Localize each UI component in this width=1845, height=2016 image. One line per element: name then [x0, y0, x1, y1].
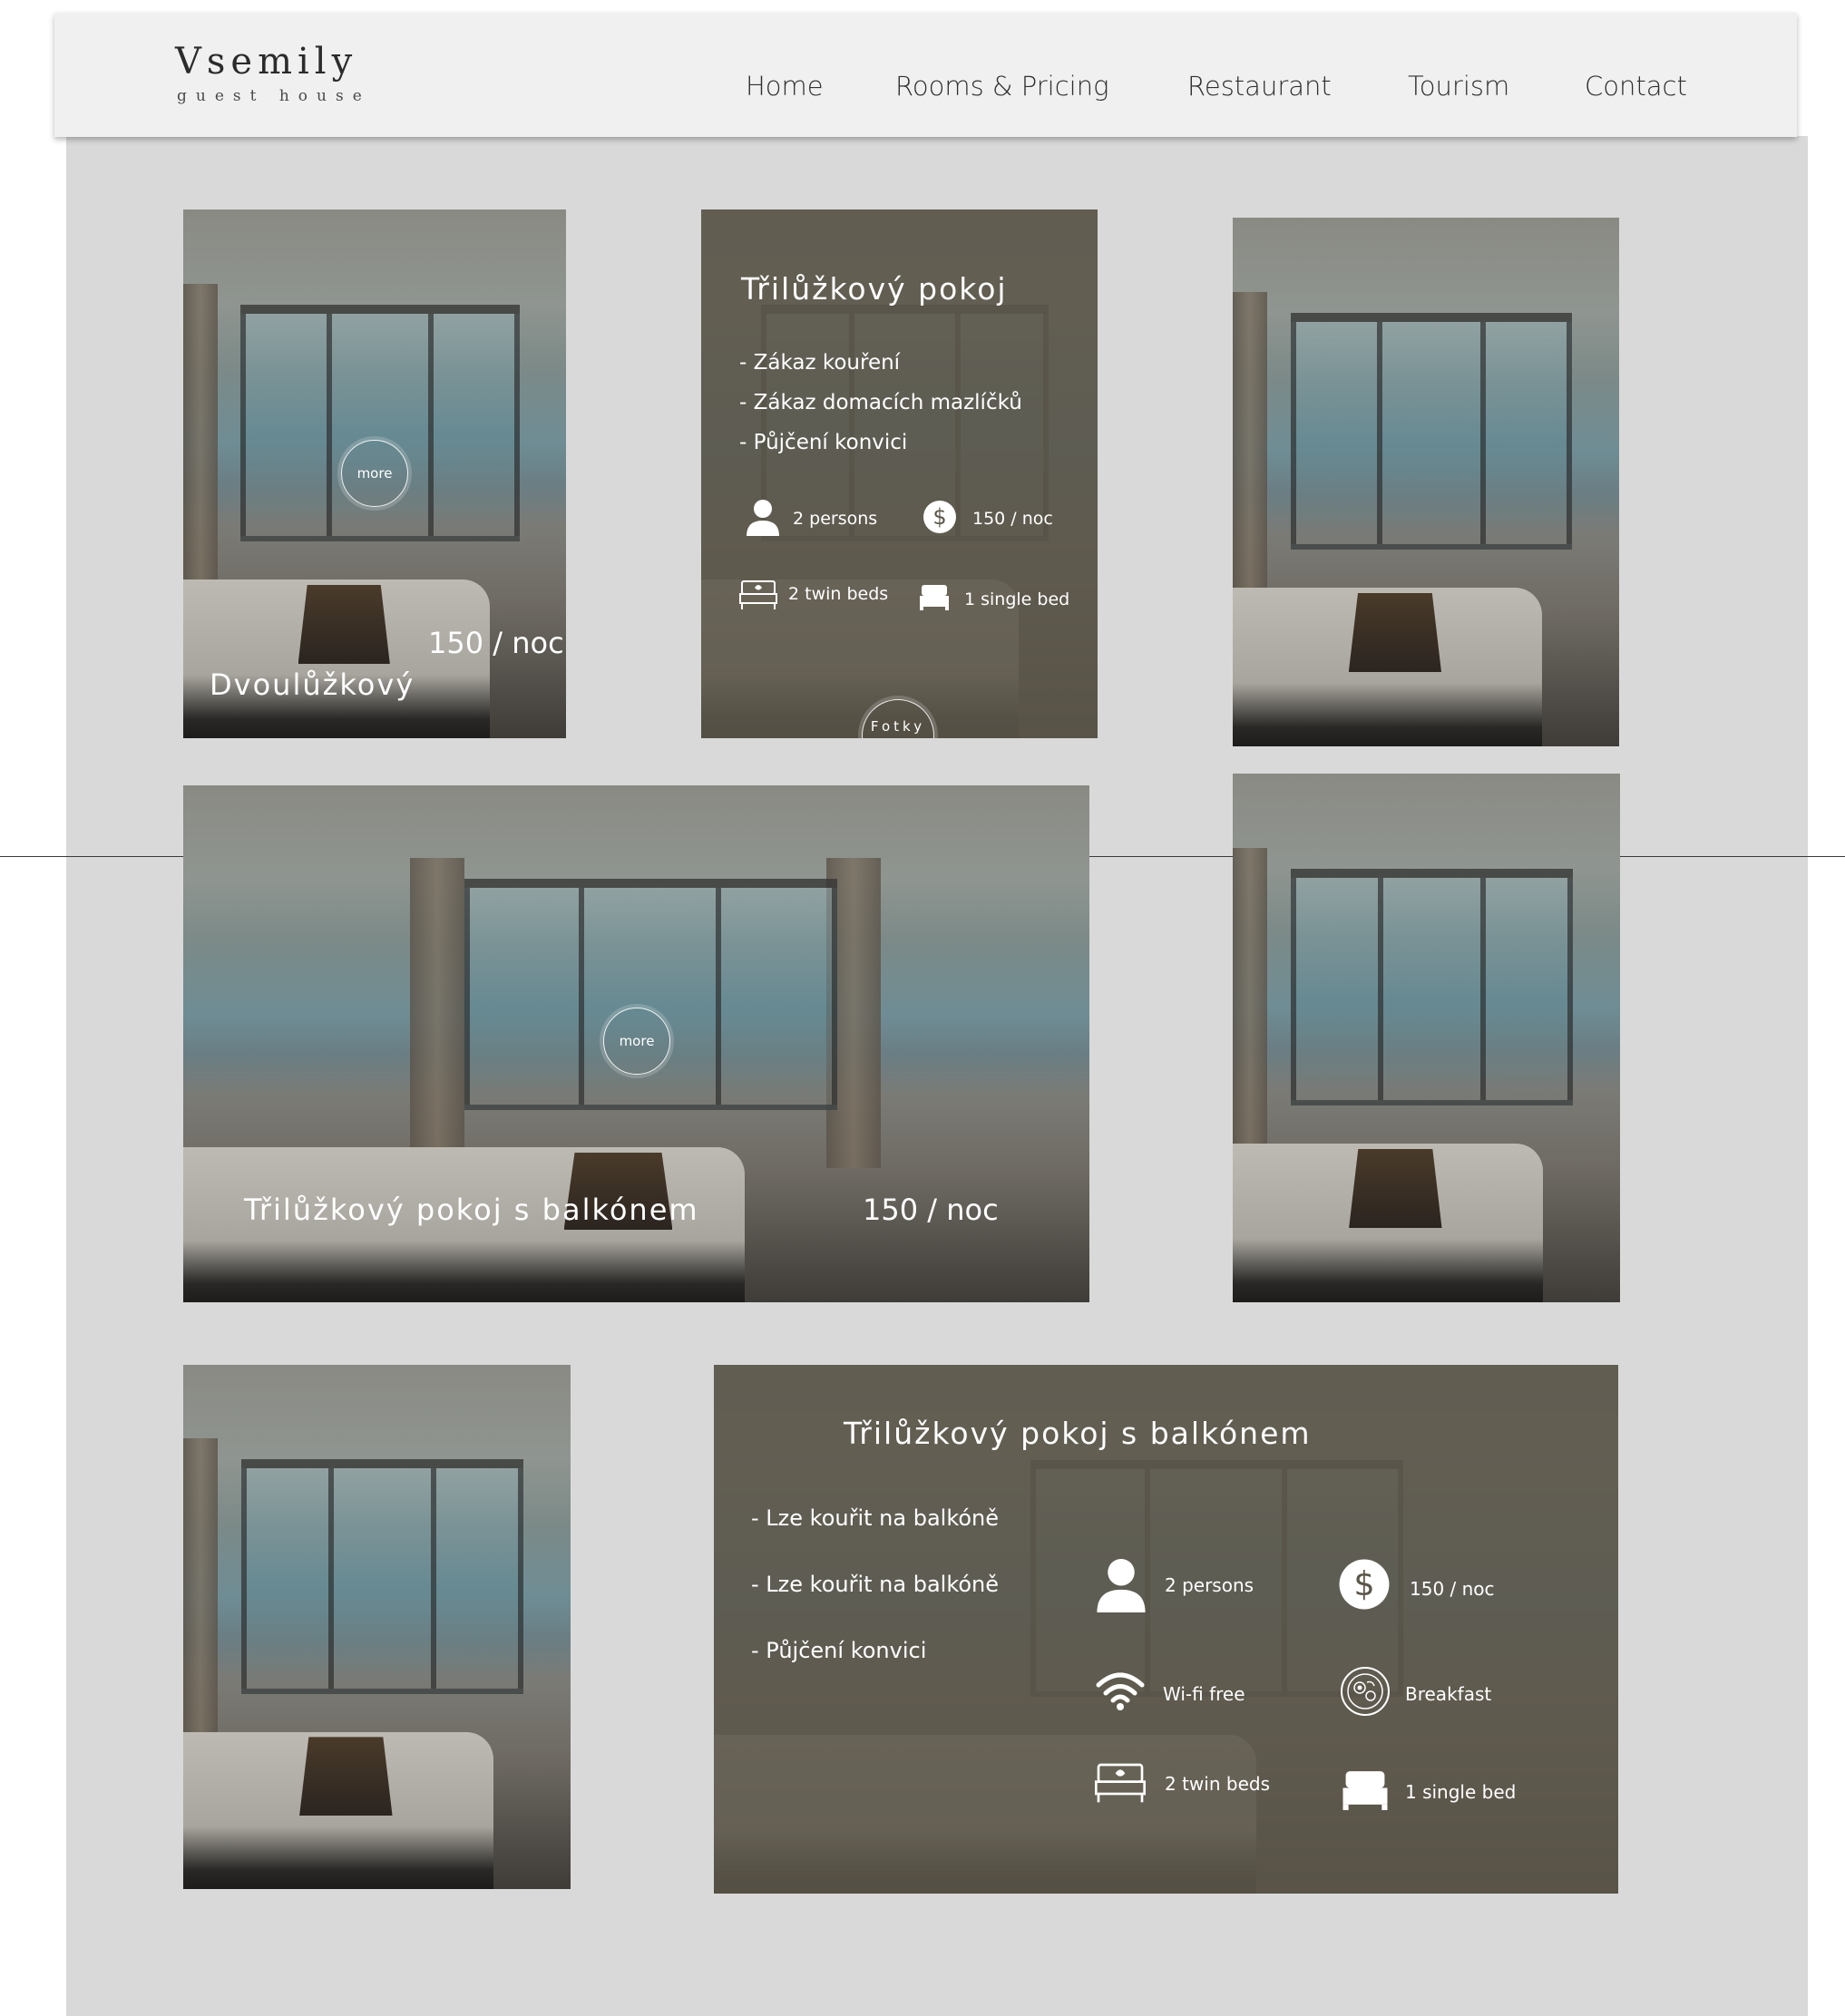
logo-name: Vsemily: [175, 41, 358, 83]
svg-text:$: $: [932, 504, 946, 530]
photo-curtain: [409, 857, 464, 1168]
room-price: 150 / noc: [428, 626, 564, 660]
room-card-dvoulozkovy[interactable]: more 150 / noc Dvoulůžkový: [183, 209, 566, 738]
photo-curtain: [1233, 847, 1268, 1165]
single-bed-label: 1 single bed: [964, 589, 1070, 609]
feature-item: - Lze kouřit na balkóně: [751, 1505, 1000, 1531]
single-bed-label: 1 single bed: [1405, 1781, 1517, 1803]
photo-runner: [299, 1737, 393, 1816]
room-photo-card[interactable]: [1233, 218, 1619, 746]
feature-item: - Lze kouřit na balkóně: [751, 1572, 1000, 1597]
wifi-icon: [1096, 1672, 1145, 1710]
photo-window: [1291, 868, 1573, 1105]
twin-bed-icon: [1095, 1763, 1146, 1803]
beds-label: 2 twin beds: [1165, 1773, 1270, 1795]
nav-home[interactable]: Home: [746, 71, 824, 102]
photo-runner: [1348, 592, 1442, 673]
photo-window: [241, 1459, 523, 1694]
room-photo-card[interactable]: [183, 1365, 571, 1889]
photo-window: [464, 878, 838, 1110]
persons-label: 2 persons: [793, 509, 878, 529]
logo-subtitle: guest house: [177, 87, 371, 105]
feature-item: - Zákaz kouření: [739, 351, 901, 375]
more-button[interactable]: more: [341, 440, 408, 507]
photos-button-label: Fotky: [870, 718, 926, 735]
breakfast-icon: [1341, 1667, 1390, 1716]
beds-label: 2 twin beds: [788, 584, 889, 604]
room-title: Třilůžkový pokoj: [741, 271, 1008, 307]
feature-item: - Zákaz domacích mazlíčků: [739, 391, 1022, 414]
dollar-icon: $: [923, 501, 956, 533]
photo-curtain: [183, 1437, 219, 1753]
wifi-label: Wi-fi free: [1163, 1683, 1245, 1705]
room-photo-card[interactable]: [1233, 774, 1620, 1302]
nav-tourism[interactable]: Tourism: [1408, 71, 1509, 102]
feature-item: - Půjčení konvici: [739, 431, 908, 454]
nav-contact[interactable]: Contact: [1585, 71, 1687, 102]
photo-window: [1290, 312, 1573, 550]
persons-label: 2 persons: [1165, 1574, 1254, 1596]
room-card-trilozkovy-balkon[interactable]: more Třilůžkový pokoj s balkónem 150 / n…: [183, 785, 1089, 1302]
dollar-icon: $: [1339, 1559, 1390, 1610]
person-icon: [747, 500, 779, 536]
nav-rooms-pricing[interactable]: Rooms & Pricing: [895, 71, 1108, 102]
single-bed-icon: [920, 585, 949, 610]
photo-runner: [1349, 1148, 1442, 1229]
room-title: Třilůžkový pokoj s balkónem: [844, 1416, 1312, 1451]
price-label: 150 / noc: [1410, 1578, 1495, 1600]
photo-runner: [298, 584, 390, 665]
room-price: 150 / noc: [863, 1193, 999, 1227]
more-button[interactable]: more: [603, 1008, 670, 1075]
nav-restaurant[interactable]: Restaurant: [1187, 71, 1332, 102]
person-icon: [1097, 1558, 1146, 1612]
logo[interactable]: Vsemily guest house: [175, 44, 371, 105]
single-bed-icon: [1342, 1771, 1388, 1810]
photo-curtain: [1233, 291, 1268, 609]
twin-bed-icon: [739, 580, 777, 609]
breakfast-label: Breakfast: [1405, 1683, 1492, 1705]
photo-curtain: [183, 283, 218, 601]
room-card-trilozkovy-balkon-detail: Třilůžkový pokoj s balkónem - Lze kouřit…: [714, 1365, 1618, 1894]
site-header: Vsemily guest house Home Rooms & Pricing…: [54, 13, 1797, 137]
feature-item: - Půjčení konvici: [751, 1638, 927, 1663]
room-title: Dvoulůžkový: [210, 667, 415, 702]
price-label: 150 / noc: [972, 509, 1053, 529]
room-title: Třilůžkový pokoj s balkónem: [244, 1193, 699, 1227]
room-card-trilozkovy: Třilůžkový pokoj - Zákaz kouření - Zákaz…: [701, 209, 1098, 738]
svg-text:$: $: [1353, 1564, 1374, 1603]
